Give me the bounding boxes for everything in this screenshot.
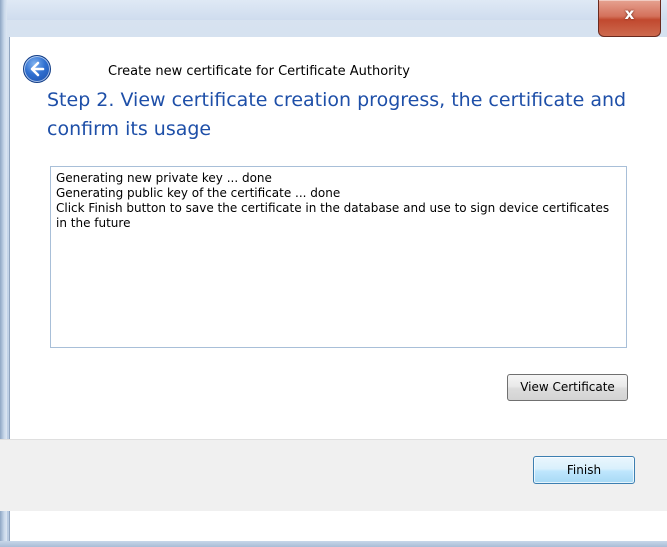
progress-log[interactable]: Generating new private key ... done Gene… bbox=[50, 166, 627, 348]
log-line: Generating public key of the certificate… bbox=[56, 186, 341, 200]
step-title: Step 2. View certificate creation progre… bbox=[47, 89, 627, 140]
finish-button[interactable]: Finish bbox=[533, 456, 635, 484]
back-arrow-icon bbox=[30, 61, 45, 77]
log-line: Generating new private key ... done bbox=[56, 171, 272, 185]
log-line: Click Finish button to save the certific… bbox=[56, 201, 610, 230]
close-button[interactable]: x bbox=[598, 0, 661, 37]
window-title: Create new certificate for Certificate A… bbox=[108, 64, 410, 79]
close-icon: x bbox=[624, 5, 635, 23]
back-button[interactable] bbox=[23, 55, 51, 83]
window-frame-bottom bbox=[0, 541, 667, 547]
title-bar[interactable] bbox=[7, 0, 667, 20]
view-certificate-button[interactable]: View Certificate bbox=[507, 374, 628, 401]
